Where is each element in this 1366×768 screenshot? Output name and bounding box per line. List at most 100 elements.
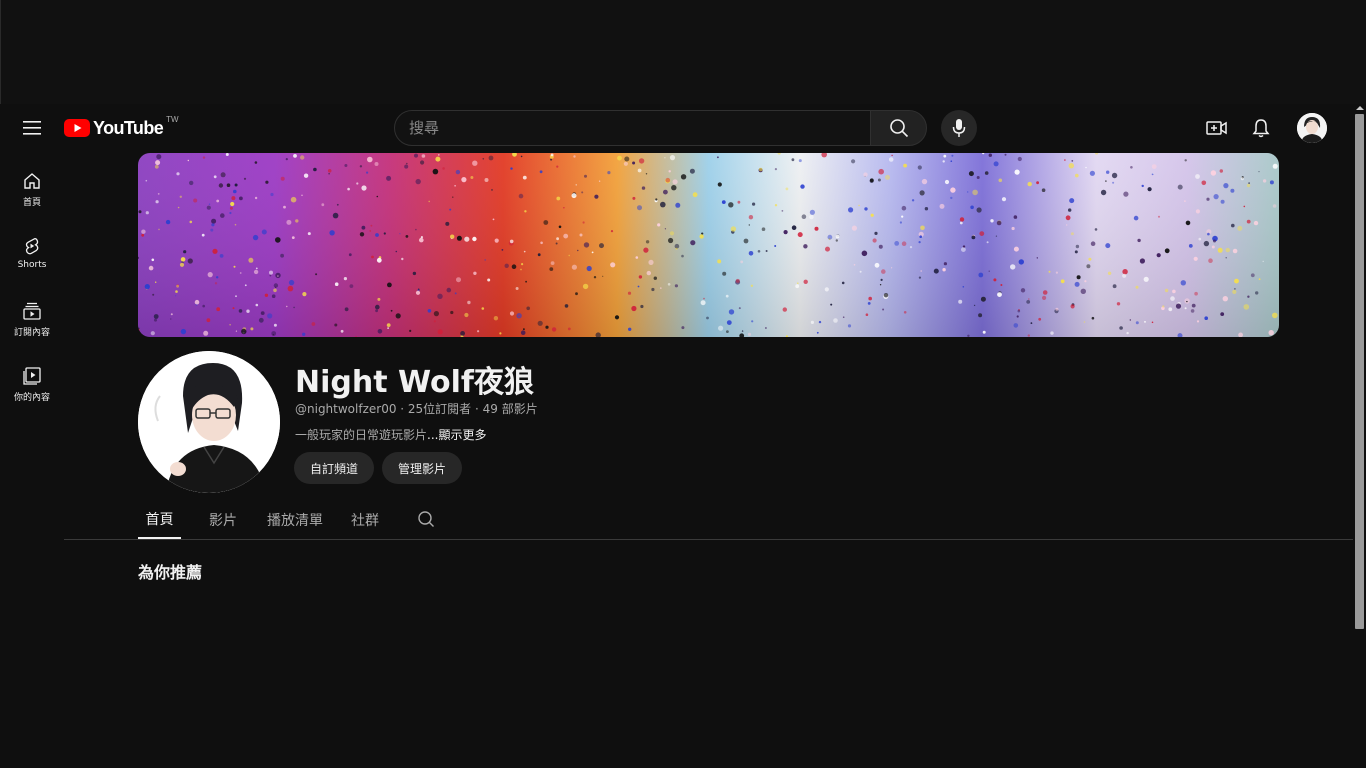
banner-speckle [524, 210, 527, 213]
guide-menu-button[interactable] [16, 112, 48, 144]
banner-speckle [1126, 331, 1129, 335]
tab-videos[interactable]: 影片 [204, 500, 242, 539]
banner-speckle [518, 193, 524, 199]
tab-home[interactable]: 首頁 [138, 500, 181, 539]
banner-speckle [1198, 237, 1202, 241]
banner-speckle [660, 201, 666, 208]
guide-item-your-content[interactable]: 你的內容 [0, 355, 64, 420]
banner-speckle [1070, 304, 1075, 309]
banner-speckle [482, 158, 485, 160]
search-box[interactable] [394, 110, 871, 146]
banner-speckle [376, 257, 382, 263]
banner-speckle [375, 309, 378, 313]
banner-speckle [748, 251, 754, 256]
banner-speckle [504, 263, 509, 268]
search-button[interactable] [870, 110, 927, 146]
banner-speckle [1172, 289, 1176, 294]
banner-speckle [1156, 253, 1161, 258]
banner-speckle [239, 272, 242, 274]
banner-speckle [1074, 281, 1080, 287]
blank-window-region [0, 0, 1366, 104]
notifications-button[interactable] [1244, 112, 1278, 144]
banner-speckle [1085, 166, 1087, 169]
search-icon [889, 119, 908, 138]
banner-speckle [180, 257, 186, 262]
customize-channel-button[interactable]: 自訂頻道 [294, 452, 375, 484]
banner-speckle [1272, 312, 1278, 319]
create-button[interactable] [1200, 112, 1234, 144]
banner-speckle [328, 173, 330, 175]
banner-speckle [269, 274, 272, 277]
banner-speckle [370, 224, 373, 227]
banner-speckle [404, 164, 409, 169]
banner-speckle [158, 228, 160, 231]
banner-speckle [669, 231, 675, 236]
banner-speckle [640, 304, 644, 309]
manage-videos-button[interactable]: 管理影片 [382, 452, 463, 484]
banner-speckle [273, 323, 277, 327]
guide-item-home[interactable]: 首頁 [0, 160, 64, 225]
banner-speckle [152, 293, 155, 296]
channel-avatar[interactable] [138, 351, 280, 493]
banner-speckle [1206, 197, 1210, 201]
banner-speckle [865, 313, 869, 316]
banner-speckle [261, 229, 267, 235]
youtube-wordmark: YouTube [93, 117, 164, 138]
tab-community[interactable]: 社群 [348, 500, 382, 539]
banner-speckle [148, 265, 154, 271]
search-input[interactable] [409, 119, 870, 137]
banner-speckle [145, 211, 149, 215]
user-avatar-image [1297, 113, 1327, 143]
banner-speckle [1193, 256, 1198, 261]
banner-speckle [976, 207, 982, 213]
banner-speckle [863, 172, 868, 177]
channel-banner-art [138, 153, 1279, 337]
scroll-up-arrow-icon[interactable] [1356, 106, 1364, 110]
banner-speckle [1185, 220, 1191, 226]
banner-speckle [1269, 180, 1274, 185]
banner-speckle [602, 275, 604, 277]
your-content-icon [23, 367, 41, 385]
banner-speckle [229, 206, 233, 210]
banner-speckle [558, 225, 562, 229]
banner-speckle [220, 172, 226, 178]
banner-speckle [1013, 215, 1018, 219]
banner-speckle [883, 293, 889, 298]
channel-search-button[interactable] [414, 507, 438, 531]
youtube-logo[interactable]: YouTube TW [64, 115, 179, 140]
microphone-icon [952, 119, 966, 137]
banner-speckle [156, 154, 162, 160]
banner-speckle [671, 185, 677, 191]
banner-speckle [243, 177, 247, 180]
banner-speckle [1116, 302, 1121, 306]
guide-item-subscriptions[interactable]: 訂閱內容 [0, 290, 64, 355]
banner-speckle [180, 328, 187, 335]
banner-speckle [1135, 285, 1139, 289]
voice-search-button[interactable] [941, 110, 977, 146]
banner-speckle [179, 195, 182, 198]
banner-speckle [765, 250, 768, 252]
account-avatar[interactable] [1297, 113, 1327, 143]
banner-speckle [797, 232, 803, 238]
page-scrollbar[interactable] [1354, 104, 1366, 768]
banner-speckle [233, 189, 237, 194]
banner-speckle [582, 283, 589, 290]
banner-speckle [1074, 250, 1078, 254]
show-more-link[interactable]: ...顯示更多 [427, 428, 486, 442]
shorts-icon [25, 238, 39, 255]
banner-speckle [717, 259, 722, 264]
scrollbar-thumb[interactable] [1355, 114, 1364, 629]
banner-speckle [141, 233, 145, 237]
banner-speckle [550, 153, 554, 157]
tab-playlists[interactable]: 播放清單 [264, 500, 326, 539]
banner-speckle [571, 264, 577, 270]
banner-speckle [254, 161, 258, 164]
banner-speckle [144, 284, 150, 290]
guide-item-shorts[interactable]: Shorts [0, 225, 64, 290]
banner-speckle [737, 200, 741, 204]
banner-speckle [726, 330, 729, 333]
channel-description[interactable]: 一般玩家的日常遊玩影片...顯示更多 [295, 426, 486, 443]
banner-speckle [1122, 273, 1127, 278]
banner-speckle [1220, 312, 1225, 316]
banner-speckle [371, 255, 374, 259]
